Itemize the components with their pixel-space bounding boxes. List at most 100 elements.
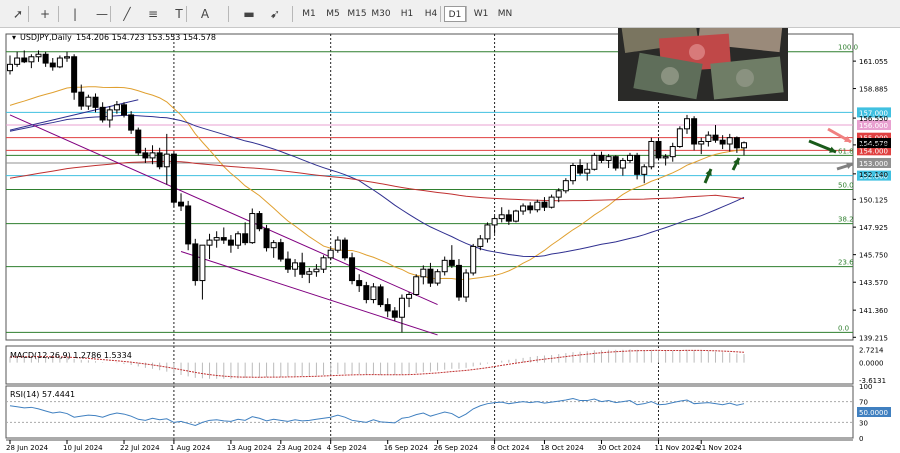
candle-body	[213, 237, 220, 241]
candle-body	[156, 152, 163, 168]
candle-body	[306, 271, 313, 275]
candle-body	[406, 293, 413, 299]
y-tick-label: 158.885	[859, 86, 888, 94]
candle-body	[712, 134, 719, 141]
timeframe-m30[interactable]: M30	[370, 6, 392, 22]
x-tick-label: 16 Sep 2024	[384, 444, 429, 452]
horizontal-line-icon[interactable]: —	[93, 5, 111, 23]
x-tick-label: 28 Jun 2024	[6, 444, 49, 452]
candle-body	[434, 271, 441, 284]
candle-body	[349, 257, 356, 282]
vertical-line-icon[interactable]: |	[66, 5, 84, 23]
candle-body	[185, 205, 192, 245]
rsi-tick-label: 70	[859, 399, 868, 407]
candle-body	[577, 165, 584, 174]
candle-body	[598, 154, 605, 161]
candle-body	[327, 249, 334, 259]
candle-body	[391, 310, 398, 318]
candle-body	[541, 201, 548, 208]
arrows-icon[interactable]: ➹	[266, 5, 284, 23]
candle-body	[527, 205, 534, 211]
text-label-icon[interactable]: A	[196, 5, 214, 23]
y-tick-label: 161.055	[859, 58, 888, 66]
candle-body	[591, 154, 598, 170]
timeframe-d1[interactable]: D1	[444, 6, 466, 22]
candle-body	[384, 304, 391, 312]
candle-body	[106, 109, 113, 121]
y-tick-label: 147.925	[859, 224, 888, 232]
timeframe-m1[interactable]: M1	[298, 6, 320, 22]
candle-body	[520, 205, 527, 212]
candle-body	[719, 139, 726, 145]
candle-body	[320, 257, 327, 270]
x-tick-label: 23 Aug 2024	[277, 444, 322, 452]
candle-body	[28, 56, 35, 63]
ohlc-header: 154.206 154.723 153.553 154.578	[76, 33, 216, 42]
candle-body	[7, 63, 13, 72]
candle-body	[605, 156, 612, 161]
timeframe-m5[interactable]: M5	[322, 6, 344, 22]
fib-level-label: 100.0	[838, 44, 858, 52]
candle-body	[14, 57, 21, 65]
candle-body	[277, 242, 284, 260]
timeframe-h4[interactable]: H4	[420, 6, 442, 22]
y-tick-label: 141.360	[859, 307, 888, 315]
timeframe-m15[interactable]: M15	[346, 6, 368, 22]
rectangle-label-icon[interactable]: ▬	[240, 5, 258, 23]
x-tick-label: 13 Aug 2024	[227, 444, 272, 452]
candle-body	[256, 213, 263, 230]
candle-body	[420, 268, 427, 278]
candle-body	[227, 239, 234, 246]
candle-body	[71, 56, 78, 93]
x-tick-label: 26 Sep 2024	[434, 444, 479, 452]
candle-body	[242, 233, 249, 244]
banknote-portrait-1	[661, 67, 679, 85]
x-tick-label: 18 Oct 2024	[540, 444, 584, 452]
y-tick-label: 150.125	[859, 196, 888, 204]
timeframe-w1[interactable]: W1	[470, 6, 492, 22]
candle-body	[220, 237, 227, 241]
candle-body	[505, 214, 512, 222]
candle-body	[470, 245, 477, 274]
x-tick-label: 8 Oct 2024	[491, 444, 530, 452]
candle-body	[726, 137, 733, 145]
candle-body	[192, 243, 199, 282]
level-label: 153.000	[859, 160, 888, 168]
timeframe-mn[interactable]: MN	[494, 6, 516, 22]
candle-body	[49, 62, 56, 68]
x-tick-label: 4 Sep 2024	[327, 444, 367, 452]
candle-body	[691, 118, 698, 145]
candle-body	[441, 259, 448, 273]
candle-body	[584, 168, 591, 174]
candle-body	[356, 280, 363, 287]
timeframe-h1[interactable]: H1	[396, 6, 418, 22]
candle-body	[113, 104, 120, 111]
crosshair-icon[interactable]: +	[36, 5, 54, 23]
candle-body	[662, 156, 669, 159]
trendline-icon[interactable]: ╱	[118, 5, 136, 23]
candle-body	[555, 190, 562, 198]
candle-body	[569, 165, 576, 182]
candle-body	[648, 140, 655, 168]
candle-body	[491, 218, 498, 226]
toolbar: ➚ + | — ╱ ≡ T A ▬ ➹ M1 M5 M15 M30 H1 H4 D1 W1 MN	[0, 0, 900, 28]
fibonacci-icon[interactable]: ≡	[144, 5, 162, 23]
candle-body	[733, 137, 740, 149]
candle-body	[676, 128, 683, 148]
candle-body	[85, 96, 92, 107]
candle-body	[562, 180, 569, 192]
y-tick-label: 139.215	[859, 334, 888, 342]
banknote-portrait-2	[736, 69, 754, 87]
x-tick-label: 11 Nov 2024	[654, 444, 699, 452]
candle-body	[292, 262, 299, 270]
price-chart[interactable]: 100.061.850.038.223.60.0 2.72140.0000-3.…	[0, 28, 900, 453]
y-tick-label: 145.750	[859, 252, 888, 260]
candle-body	[149, 152, 156, 159]
cursor-icon[interactable]: ➚	[9, 5, 27, 23]
candle-body	[683, 118, 690, 130]
candle-body	[235, 233, 242, 246]
candle-body	[142, 152, 149, 159]
x-tick-label: 10 Jul 2024	[63, 444, 103, 452]
chart-title: USDJPY,Daily	[20, 33, 72, 42]
x-tick-label: 22 Jul 2024	[120, 444, 160, 452]
